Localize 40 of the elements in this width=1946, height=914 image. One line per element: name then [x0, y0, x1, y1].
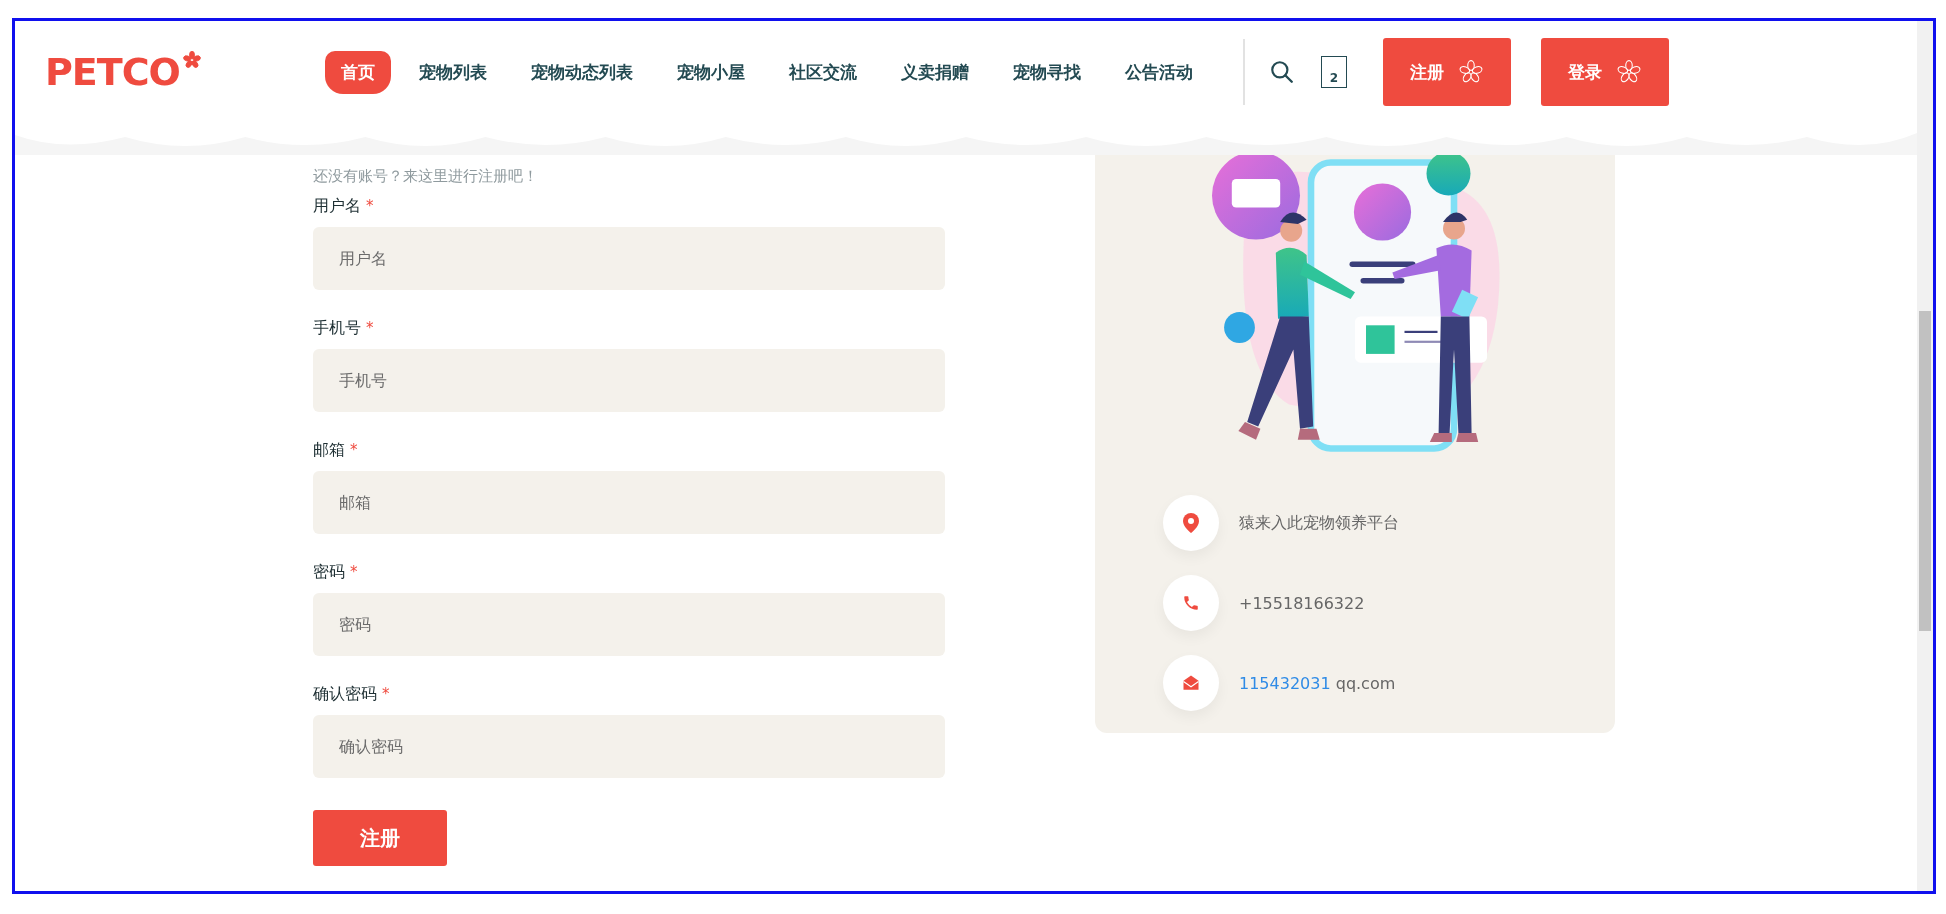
required-mark: * [366, 319, 374, 337]
search-icon [1269, 59, 1295, 85]
required-mark: * [366, 197, 374, 215]
nav-link[interactable]: 宠物寻找 [997, 50, 1097, 94]
nav-link[interactable]: 宠物列表 [403, 50, 503, 94]
nav-link[interactable]: 公告活动 [1109, 50, 1209, 94]
phone-icon [1182, 594, 1200, 612]
header-button[interactable]: 登录 [1541, 38, 1669, 106]
required-mark: * [382, 685, 390, 703]
scrollbar[interactable] [1917, 21, 1933, 891]
input-field[interactable]: 用户名 [313, 227, 945, 290]
contact-text: +15518166322 [1239, 593, 1365, 613]
nav-link[interactable]: 宠物动态列表 [515, 50, 649, 94]
header-button[interactable]: 注册 [1383, 38, 1511, 106]
scrollbar-thumb[interactable] [1919, 311, 1931, 631]
contact-text: 115432031 qq.com [1239, 673, 1396, 693]
field-label: 用户名 * [313, 196, 375, 217]
field-label: 确认密码 * [313, 684, 391, 705]
intro-text: 还没有账号？来这里进行注册吧！ [313, 167, 539, 186]
cart-count: 2 [1329, 72, 1339, 84]
contact-text: 猿来入此宠物领养平台 [1239, 512, 1399, 534]
logo[interactable]: PETCO [45, 50, 180, 94]
input-field[interactable]: 邮箱 [313, 471, 945, 534]
input-field[interactable]: 手机号 [313, 349, 945, 412]
input-field[interactable]: 确认密码 [313, 715, 945, 778]
register-button[interactable]: 注册 [313, 810, 447, 866]
required-mark: * [350, 441, 358, 459]
nav-link[interactable]: 义卖捐赠 [885, 50, 985, 94]
envelope-icon [1182, 674, 1200, 692]
nav-link[interactable]: 首页 [325, 50, 391, 94]
required-mark: * [350, 563, 358, 581]
input-field[interactable]: 密码 [313, 593, 945, 656]
field-label: 邮箱 * [313, 440, 359, 461]
location-pin-icon [1183, 513, 1199, 533]
search-button[interactable] [1269, 59, 1295, 85]
field-label: 密码 * [313, 562, 359, 583]
nav-link[interactable]: 社区交流 [773, 50, 873, 94]
field-label: 手机号 * [313, 318, 375, 339]
nav-link[interactable]: 宠物小屋 [661, 50, 761, 94]
shopping-bag-button[interactable]: 2 [1321, 56, 1347, 88]
